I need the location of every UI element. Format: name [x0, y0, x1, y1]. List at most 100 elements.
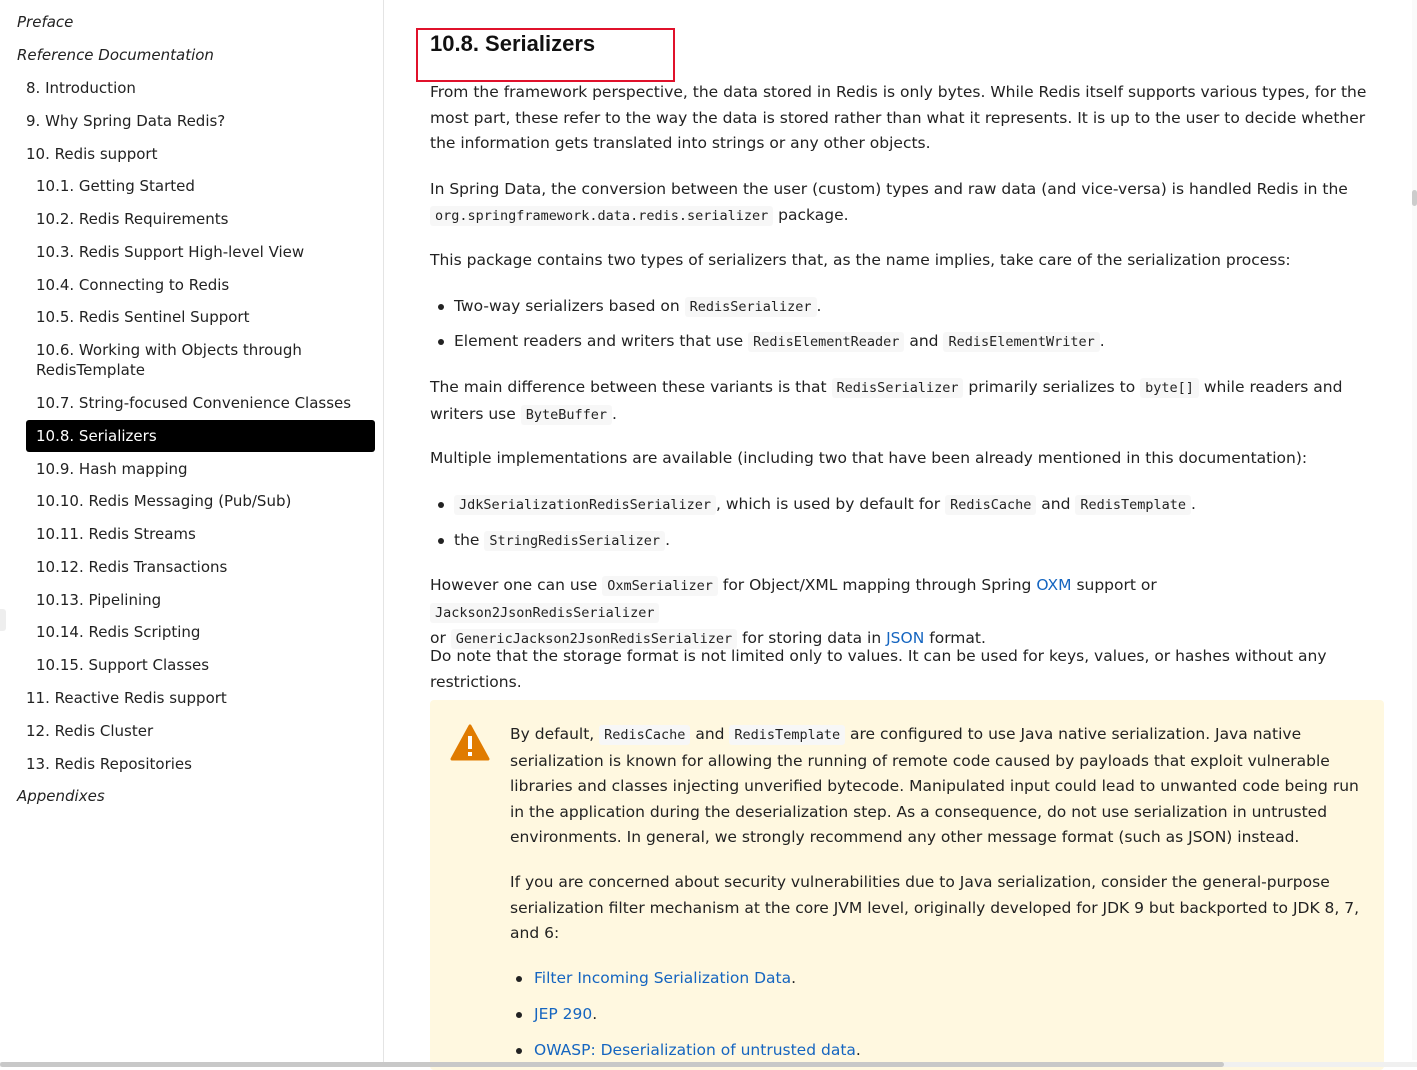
warning-icon	[450, 724, 490, 761]
bullet	[438, 304, 444, 310]
toc-item-introduction[interactable]: 8. Introduction	[26, 78, 136, 98]
list-item: OWASP: Deserialization of untrusted data…	[534, 1038, 861, 1064]
code: OxmSerializer	[602, 576, 718, 596]
toc-item-support-classes[interactable]: 10.15. Support Classes	[36, 655, 209, 675]
section-title: 10.8. Serializers	[430, 31, 596, 56]
toc-item-redis-support[interactable]: 10. Redis support	[26, 144, 157, 164]
text: and	[904, 332, 944, 350]
text: .	[855, 1041, 861, 1059]
toc-item-why-spring-data-redis[interactable]: 9. Why Spring Data Redis?	[26, 111, 225, 131]
toc-item-serializers-active[interactable]: 10.8. Serializers	[26, 420, 375, 452]
warning-paragraph-1: By default, RedisCache and RedisTemplate…	[510, 722, 1370, 851]
list-item: Two-way serializers based on RedisSerial…	[454, 294, 821, 321]
list-item: JEP 290.	[534, 1002, 597, 1028]
text: .	[665, 531, 670, 549]
code: ByteBuffer	[520, 404, 612, 425]
link-jep-290[interactable]: JEP 290	[534, 1005, 592, 1023]
list-item: the StringRedisSerializer.	[454, 528, 670, 555]
text: .	[1099, 332, 1105, 350]
code: RedisCache	[945, 495, 1037, 515]
toc-item-sentinel-support[interactable]: 10.5. Redis Sentinel Support	[36, 307, 249, 327]
toc-item-redis-scripting[interactable]: 10.14. Redis Scripting	[36, 622, 200, 642]
text: support or	[1071, 576, 1157, 594]
toc-item-getting-started[interactable]: 10.1. Getting Started	[36, 176, 195, 196]
vertical-scrollbar[interactable]	[1412, 0, 1417, 1060]
side-marker	[0, 609, 6, 631]
toc-item-redis-transactions[interactable]: 10.12. Redis Transactions	[36, 557, 227, 577]
toc-item-working-with-objects[interactable]: 10.6. Working with Objects through Redis…	[36, 340, 302, 380]
list-item: Element readers and writers that use Red…	[454, 329, 1105, 356]
text: By default,	[510, 725, 600, 743]
toc-item-label-line1: 10.6. Working with Objects through	[36, 341, 302, 359]
toc-item-redis-requirements[interactable]: 10.2. Redis Requirements	[36, 209, 228, 229]
code: JdkSerializationRedisSerializer	[454, 495, 716, 515]
bullet	[438, 502, 444, 508]
text: .	[612, 404, 617, 423]
text: In Spring Data, the conversion between t…	[430, 180, 1348, 198]
code: RedisTemplate	[729, 725, 846, 745]
paragraph-4: The main difference between these varian…	[430, 375, 1380, 428]
toc-item-preface[interactable]: Preface	[17, 12, 73, 32]
text: .	[816, 297, 822, 315]
text: the	[454, 531, 485, 549]
text: primarily serializes to	[963, 378, 1141, 396]
code: RedisElementReader	[748, 332, 905, 352]
toc-item-string-focused[interactable]: 10.7. String-focused Convenience Classes	[36, 393, 351, 413]
list-item: JdkSerializationRedisSerializer, which i…	[454, 492, 1196, 519]
table-of-contents: Preface Reference Documentation 8. Intro…	[0, 0, 384, 1067]
link-filter-incoming-serialization-data[interactable]: Filter Incoming Serialization Data	[534, 969, 791, 987]
toc-item-redis-streams[interactable]: 10.11. Redis Streams	[36, 524, 196, 544]
toc-item-hash-mapping[interactable]: 10.9. Hash mapping	[36, 459, 188, 479]
list-item: Filter Incoming Serialization Data.	[534, 966, 796, 992]
paragraph-3: This package contains two types of seria…	[430, 251, 1291, 269]
text: Element readers and writers that use	[454, 332, 749, 350]
code: StringRedisSerializer	[484, 531, 666, 551]
bullet	[516, 1012, 522, 1018]
paragraph-2: In Spring Data, the conversion between t…	[430, 177, 1380, 229]
warning-paragraph-2: If you are concerned about security vuln…	[510, 873, 1360, 943]
toc-item-appendixes[interactable]: Appendixes	[17, 786, 105, 806]
toc-item-redis-cluster[interactable]: 12. Redis Cluster	[26, 721, 153, 741]
text: and	[1036, 495, 1076, 513]
horizontal-scrollbar-thumb[interactable]	[0, 1062, 1224, 1067]
text: However one can use	[430, 576, 603, 594]
text: for Object/XML mapping through Spring	[717, 576, 1037, 594]
link-owasp-deserialization[interactable]: OWASP: Deserialization of untrusted data	[534, 1041, 856, 1059]
bullet	[438, 538, 444, 544]
oxm-link[interactable]: OXM	[1036, 576, 1071, 594]
toc-item-reactive-redis[interactable]: 11. Reactive Redis support	[26, 688, 227, 708]
bullet	[516, 976, 522, 982]
code: RedisCache	[599, 725, 691, 745]
text: The main difference between these varian…	[430, 378, 832, 396]
text: , which is used by default for	[715, 495, 946, 513]
code-serializer-package: org.springframework.data.redis.serialize…	[430, 205, 774, 226]
bullet	[438, 339, 444, 345]
text: .	[791, 969, 797, 987]
vertical-scrollbar-thumb[interactable]	[1412, 190, 1417, 206]
toc-item-label-line2: RedisTemplate	[36, 361, 145, 379]
paragraph-5: Multiple implementations are available (…	[430, 449, 1308, 467]
toc-item-reference-documentation[interactable]: Reference Documentation	[17, 45, 214, 65]
warning-admonition: By default, RedisCache and RedisTemplate…	[430, 700, 1384, 1070]
toc-item-high-level-view[interactable]: 10.3. Redis Support High-level View	[36, 242, 304, 262]
bullet	[516, 1048, 522, 1054]
toc-item-connecting-to-redis[interactable]: 10.4. Connecting to Redis	[36, 275, 229, 295]
text: .	[1191, 495, 1196, 513]
paragraph-7: Do note that the storage format is not l…	[430, 647, 1327, 691]
text: and	[690, 725, 730, 743]
text: package.	[773, 205, 849, 224]
paragraph-1: From the framework perspective, the data…	[430, 83, 1367, 153]
toc-item-pipelining[interactable]: 10.13. Pipelining	[36, 590, 161, 610]
horizontal-scrollbar[interactable]	[0, 1062, 1417, 1067]
code: RedisElementWriter	[943, 332, 1100, 352]
code: RedisTemplate	[1075, 495, 1192, 515]
code: RedisSerializer	[831, 378, 964, 398]
toc-item-redis-messaging[interactable]: 10.10. Redis Messaging (Pub/Sub)	[36, 491, 291, 511]
toc-item-redis-repositories[interactable]: 13. Redis Repositories	[26, 754, 192, 774]
text: Two-way serializers based on	[454, 297, 685, 315]
paragraph-6: However one can use OxmSerializer for Ob…	[430, 573, 1380, 653]
text: .	[592, 1005, 598, 1023]
code: byte[]	[1140, 378, 1199, 398]
code: RedisSerializer	[684, 297, 817, 317]
code: Jackson2JsonRedisSerializer	[430, 602, 660, 623]
